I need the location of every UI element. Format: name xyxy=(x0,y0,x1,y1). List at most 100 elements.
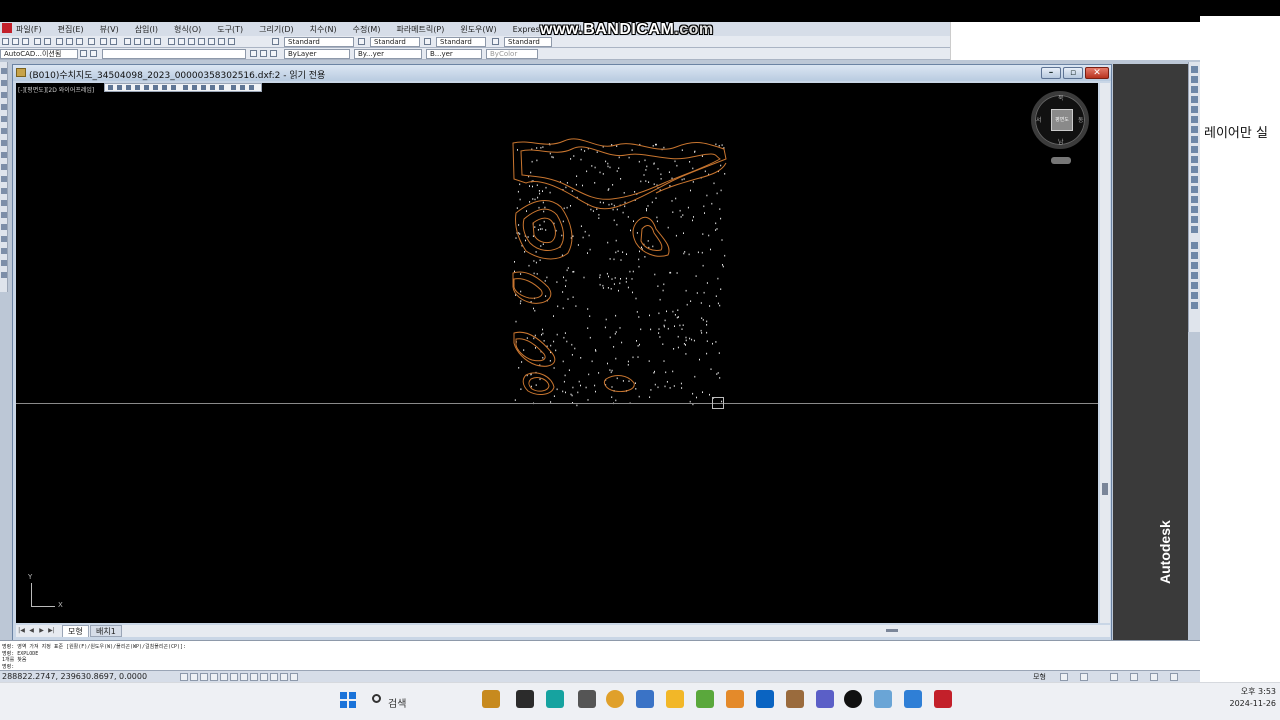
viewcube-west[interactable]: 서 xyxy=(1036,115,1042,124)
sc-toggle-icon[interactable] xyxy=(290,673,298,681)
dim-style-icon[interactable] xyxy=(358,38,365,45)
draw-order-icon[interactable] xyxy=(1191,242,1198,249)
circle-app-icon[interactable] xyxy=(578,690,596,708)
linetype-select[interactable]: By...yer xyxy=(354,49,422,59)
preview-icon[interactable] xyxy=(44,38,51,45)
zoom-realtime-icon[interactable] xyxy=(134,38,141,45)
bandicam-record-icon[interactable] xyxy=(844,690,862,708)
lwt-toggle-icon[interactable] xyxy=(260,673,268,681)
scale-icon[interactable] xyxy=(1191,136,1198,143)
spline-icon[interactable] xyxy=(1,164,7,170)
next-tab-icon[interactable]: ▶ xyxy=(38,627,45,635)
lineweight-select[interactable]: B...yer xyxy=(426,49,482,59)
dyn-toggle-icon[interactable] xyxy=(250,673,258,681)
viewcube-east[interactable]: 동 xyxy=(1078,115,1084,124)
polar-toggle-icon[interactable] xyxy=(210,673,218,681)
menu-window[interactable]: 윈도우(W) xyxy=(460,24,496,35)
taskbar-search[interactable]: 검색 xyxy=(364,689,468,713)
autocad-taskbar-icon[interactable] xyxy=(934,690,952,708)
menu-parametric[interactable]: 파라메트릭(P) xyxy=(396,24,444,35)
brown-app-icon[interactable] xyxy=(786,690,804,708)
file-explorer-icon[interactable] xyxy=(666,690,684,708)
menu-modify[interactable]: 수정(M) xyxy=(353,24,381,35)
outlook-icon[interactable] xyxy=(756,690,774,708)
tab-model[interactable]: 모형 xyxy=(62,625,89,637)
text-front-icon[interactable] xyxy=(1191,292,1198,299)
redo-icon[interactable] xyxy=(110,38,117,45)
vertical-scroll-thumb[interactable] xyxy=(1102,483,1108,495)
arc-icon[interactable] xyxy=(1,128,7,134)
layer-previous-icon[interactable] xyxy=(260,50,267,57)
design-center-icon[interactable] xyxy=(178,38,185,45)
otrack-toggle-icon[interactable] xyxy=(230,673,238,681)
copy-icon[interactable] xyxy=(66,38,73,45)
chamfer-icon[interactable] xyxy=(1191,196,1198,203)
send-under-icon[interactable] xyxy=(1191,282,1198,289)
viewcube[interactable]: 평면도 북 남 동 서 xyxy=(1031,91,1089,149)
move-icon[interactable] xyxy=(1191,116,1198,123)
viewcube-top-face[interactable]: 평면도 xyxy=(1051,109,1073,131)
orange-app-icon[interactable] xyxy=(726,690,744,708)
properties-icon[interactable] xyxy=(168,38,175,45)
menu-format[interactable]: 형식(O) xyxy=(174,24,201,35)
prev-tab-icon[interactable]: ◀ xyxy=(28,627,35,635)
zoom-window-icon[interactable] xyxy=(144,38,151,45)
annotation-scale-icon[interactable] xyxy=(1080,673,1088,681)
ellipse-icon[interactable] xyxy=(1,176,7,182)
save-icon[interactable] xyxy=(22,38,29,45)
mirror-icon[interactable] xyxy=(1191,86,1198,93)
join-icon[interactable] xyxy=(1191,186,1198,193)
circle-icon[interactable] xyxy=(1,140,7,146)
paste-icon[interactable] xyxy=(76,38,83,45)
restore-button[interactable]: ▫ xyxy=(1063,67,1083,79)
menu-dimension[interactable]: 치수(N) xyxy=(310,24,337,35)
task-view-icon[interactable] xyxy=(516,690,534,708)
command-window[interactable]: 명령: 영역 가져 지정 표준 [원활(F)/원도우(W)/폴리곤(WP)/걸침… xyxy=(0,640,1200,670)
fillet-icon[interactable] xyxy=(1191,206,1198,213)
model-viewport[interactable]: [-][평면도][2D 와이어프레임] 평면도 북 남 동 서 Y X xyxy=(16,83,1098,623)
revision-cloud-icon[interactable] xyxy=(1,152,7,158)
polyline-icon[interactable] xyxy=(1,92,7,98)
undo-icon[interactable] xyxy=(100,38,107,45)
viewcube-south[interactable]: 남 xyxy=(1058,137,1064,146)
minimize-button[interactable]: – xyxy=(1041,67,1061,79)
teams-icon[interactable] xyxy=(816,690,834,708)
offset-icon[interactable] xyxy=(1191,96,1198,103)
gradient-icon[interactable] xyxy=(1,236,7,242)
help-icon[interactable] xyxy=(228,38,235,45)
markup-icon[interactable] xyxy=(208,38,215,45)
make-current-layer-icon[interactable] xyxy=(250,50,257,57)
osnap-toggle-icon[interactable] xyxy=(220,673,228,681)
first-tab-icon[interactable]: |◀ xyxy=(18,627,25,635)
construction-line-icon[interactable] xyxy=(1,80,7,86)
isolate-objects-icon[interactable] xyxy=(1150,673,1158,681)
match-properties-icon[interactable] xyxy=(88,38,95,45)
cut-icon[interactable] xyxy=(56,38,63,45)
last-tab-icon[interactable]: ▶| xyxy=(48,627,55,635)
model-space-toggle[interactable]: 모형 xyxy=(1033,672,1046,682)
zoom-previous-icon[interactable] xyxy=(154,38,161,45)
edge-icon[interactable] xyxy=(636,690,654,708)
tab-layout1[interactable]: 배치1 xyxy=(90,625,122,637)
ortho-toggle-icon[interactable] xyxy=(200,673,208,681)
array-icon[interactable] xyxy=(1191,106,1198,113)
multileader-style-icon[interactable] xyxy=(492,38,499,45)
sheet-set-icon[interactable] xyxy=(198,38,205,45)
table-icon[interactable] xyxy=(1,260,7,266)
explode-icon[interactable] xyxy=(1191,216,1198,223)
trim-icon[interactable] xyxy=(1191,156,1198,163)
rotate-icon[interactable] xyxy=(1191,126,1198,133)
autocad-app-icon[interactable] xyxy=(2,23,12,33)
menu-insert[interactable]: 삽입(I) xyxy=(135,24,158,35)
layer-select[interactable]: ByLayer xyxy=(284,49,350,59)
bring-front-icon[interactable] xyxy=(1191,252,1198,259)
hatch-back-icon[interactable] xyxy=(1191,302,1198,309)
grid-toggle-icon[interactable] xyxy=(190,673,198,681)
bag-app-icon[interactable] xyxy=(482,690,500,708)
rectangle-icon[interactable] xyxy=(1,116,7,122)
menu-view[interactable]: 뷰(V) xyxy=(100,24,119,35)
command-prompt[interactable]: 명령: xyxy=(2,663,14,670)
chart-app-icon[interactable] xyxy=(874,690,892,708)
viewcube-north[interactable]: 북 xyxy=(1058,93,1064,102)
snap-toggle-icon[interactable] xyxy=(180,673,188,681)
